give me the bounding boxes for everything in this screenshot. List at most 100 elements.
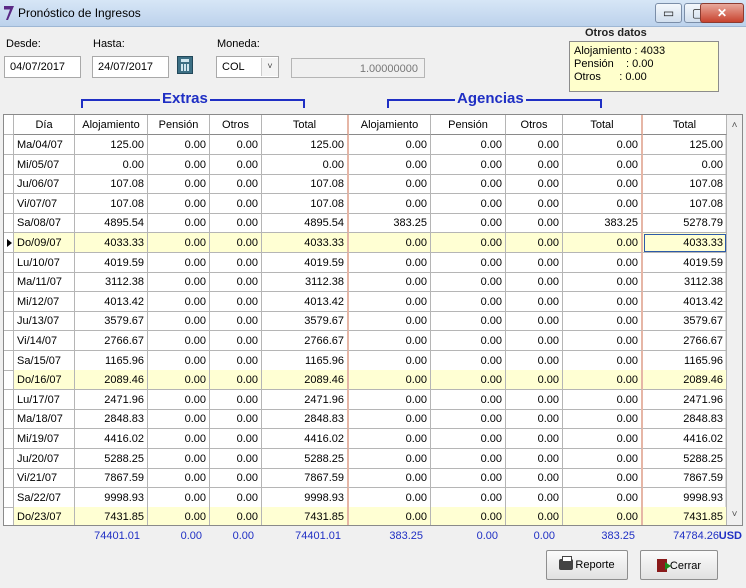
value-cell[interactable]: 4895.54 — [262, 213, 349, 234]
row-selector[interactable] — [4, 174, 14, 195]
value-cell[interactable]: 0.00 — [349, 350, 431, 371]
value-cell[interactable]: 0.00 — [148, 350, 210, 371]
minimize-button[interactable]: ▭ — [655, 3, 682, 23]
value-cell[interactable]: 4019.59 — [262, 252, 349, 273]
value-cell[interactable]: 0.00 — [431, 487, 506, 508]
value-cell[interactable]: 0.00 — [506, 370, 563, 391]
value-cell[interactable]: 3112.38 — [75, 272, 148, 293]
chevron-down-icon[interactable]: ˅ — [261, 58, 278, 76]
row-selector[interactable] — [4, 311, 14, 332]
value-cell[interactable]: 1165.96 — [75, 350, 148, 371]
value-cell[interactable]: 7431.85 — [262, 507, 349, 525]
day-cell[interactable]: Do/23/07 — [14, 507, 75, 525]
row-selector[interactable] — [4, 115, 14, 135]
value-cell[interactable]: 5288.25 — [262, 448, 349, 469]
value-cell[interactable]: 0.00 — [506, 193, 563, 214]
value-cell[interactable]: 383.25 — [563, 213, 643, 234]
table-row[interactable]: Ju/06/07 107.08 0.00 0.00 107.08 0.00 0.00 0.00… — [4, 174, 727, 195]
value-cell[interactable]: 0.00 — [148, 291, 210, 312]
row-selector[interactable] — [4, 389, 14, 410]
value-cell[interactable]: 0.00 — [563, 272, 643, 293]
value-cell[interactable]: 4033.33 — [75, 233, 148, 253]
value-cell[interactable]: 0.00 — [349, 429, 431, 449]
value-cell[interactable]: 4013.42 — [75, 291, 148, 312]
value-cell[interactable]: 0.00 — [210, 350, 262, 371]
value-cell[interactable]: 0.00 — [506, 409, 563, 430]
value-cell[interactable]: 0.00 — [506, 154, 563, 175]
table-row[interactable]: Mi/12/07 4013.42 0.00 0.00 4013.42 0.00 0.00 0.… — [4, 291, 727, 312]
calculator-icon[interactable] — [177, 56, 193, 74]
day-cell[interactable]: Ma/11/07 — [14, 272, 75, 293]
value-cell[interactable]: 0.00 — [349, 135, 431, 155]
value-cell[interactable]: 2766.67 — [75, 331, 148, 351]
value-cell[interactable]: 0.00 — [148, 311, 210, 332]
value-cell[interactable]: 0.00 — [148, 331, 210, 351]
value-cell[interactable]: 0.00 — [148, 135, 210, 155]
value-cell[interactable]: 125.00 — [262, 135, 349, 155]
value-cell[interactable]: 0.00 — [431, 213, 506, 234]
value-cell[interactable]: 2766.67 — [643, 331, 727, 351]
value-cell[interactable]: 2848.83 — [75, 409, 148, 430]
value-cell[interactable]: 0.00 — [349, 291, 431, 312]
row-selector[interactable] — [4, 468, 14, 489]
value-cell[interactable]: 0.00 — [431, 350, 506, 371]
value-cell[interactable]: 9998.93 — [643, 487, 727, 508]
value-cell[interactable]: 4416.02 — [75, 429, 148, 449]
column-header[interactable]: Otros — [506, 115, 563, 135]
table-row[interactable]: Ju/13/07 3579.67 0.00 0.00 3579.67 0.00 0.00 0.… — [4, 311, 727, 332]
value-cell[interactable]: 0.00 — [506, 507, 563, 525]
value-cell[interactable]: 0.00 — [431, 174, 506, 195]
value-cell[interactable]: 0.00 — [210, 311, 262, 332]
value-cell[interactable]: 0.00 — [431, 429, 506, 449]
value-cell[interactable]: 0.00 — [563, 507, 643, 525]
value-cell[interactable]: 7867.59 — [643, 468, 727, 489]
scroll-down-icon[interactable]: ˅ — [726, 506, 742, 523]
row-selector[interactable] — [4, 448, 14, 469]
value-cell[interactable]: 0.00 — [210, 174, 262, 195]
value-cell[interactable]: 0.00 — [75, 154, 148, 175]
value-cell[interactable]: 0.00 — [431, 135, 506, 155]
row-selector[interactable] — [4, 154, 14, 175]
value-cell[interactable]: 0.00 — [506, 331, 563, 351]
row-selector[interactable] — [4, 213, 14, 234]
row-selector[interactable] — [4, 370, 14, 391]
value-cell[interactable]: 0.00 — [210, 370, 262, 391]
value-cell[interactable]: 3579.67 — [643, 311, 727, 332]
hasta-field[interactable]: 24/07/2017 — [92, 56, 169, 78]
value-cell[interactable]: 0.00 — [506, 272, 563, 293]
scroll-up-icon[interactable]: ˄ — [726, 117, 742, 134]
table-row[interactable]: Ju/20/07 5288.25 0.00 0.00 5288.25 0.00 0.00 0.… — [4, 448, 727, 469]
table-row[interactable]: Sa/15/07 1165.96 0.00 0.00 1165.96 0.00 0.00 0.… — [4, 350, 727, 371]
value-cell[interactable]: 5288.25 — [643, 448, 727, 469]
value-cell[interactable]: 107.08 — [75, 174, 148, 195]
value-cell[interactable]: 0.00 — [506, 429, 563, 449]
value-cell[interactable]: 0.00 — [563, 350, 643, 371]
value-cell[interactable]: 0.00 — [349, 331, 431, 351]
table-row[interactable]: Do/23/07 7431.85 0.00 0.00 7431.85 0.00 0.00 0.… — [4, 507, 727, 525]
day-cell[interactable]: Mi/05/07 — [14, 154, 75, 175]
value-cell[interactable]: 0.00 — [506, 448, 563, 469]
table-row[interactable]: Ma/11/07 3112.38 0.00 0.00 3112.38 0.00 0.00 0.… — [4, 272, 727, 293]
day-cell[interactable]: Sa/08/07 — [14, 213, 75, 234]
value-cell[interactable]: 2471.96 — [643, 389, 727, 410]
value-cell[interactable]: 0.00 — [506, 468, 563, 489]
value-cell[interactable]: 0.00 — [349, 487, 431, 508]
value-cell[interactable]: 0.00 — [506, 311, 563, 332]
value-cell[interactable]: 0.00 — [431, 389, 506, 410]
row-selector[interactable] — [4, 272, 14, 293]
value-cell[interactable]: 0.00 — [506, 233, 563, 253]
row-selector[interactable] — [4, 350, 14, 371]
value-cell[interactable]: 2089.46 — [262, 370, 349, 391]
value-cell[interactable]: 0.00 — [148, 213, 210, 234]
column-header[interactable]: Pensión — [148, 115, 210, 135]
table-row[interactable]: Vi/14/07 2766.67 0.00 0.00 2766.67 0.00 0.00 0.… — [4, 331, 727, 351]
value-cell[interactable]: 7431.85 — [75, 507, 148, 525]
value-cell[interactable]: 5278.79 — [643, 213, 727, 234]
value-cell[interactable]: 0.00 — [563, 429, 643, 449]
value-cell[interactable]: 9998.93 — [75, 487, 148, 508]
value-cell[interactable]: 0.00 — [148, 252, 210, 273]
column-header[interactable]: Alojamiento — [75, 115, 148, 135]
value-cell[interactable]: 0.00 — [506, 252, 563, 273]
value-cell[interactable]: 0.00 — [563, 331, 643, 351]
value-cell[interactable]: 0.00 — [563, 448, 643, 469]
